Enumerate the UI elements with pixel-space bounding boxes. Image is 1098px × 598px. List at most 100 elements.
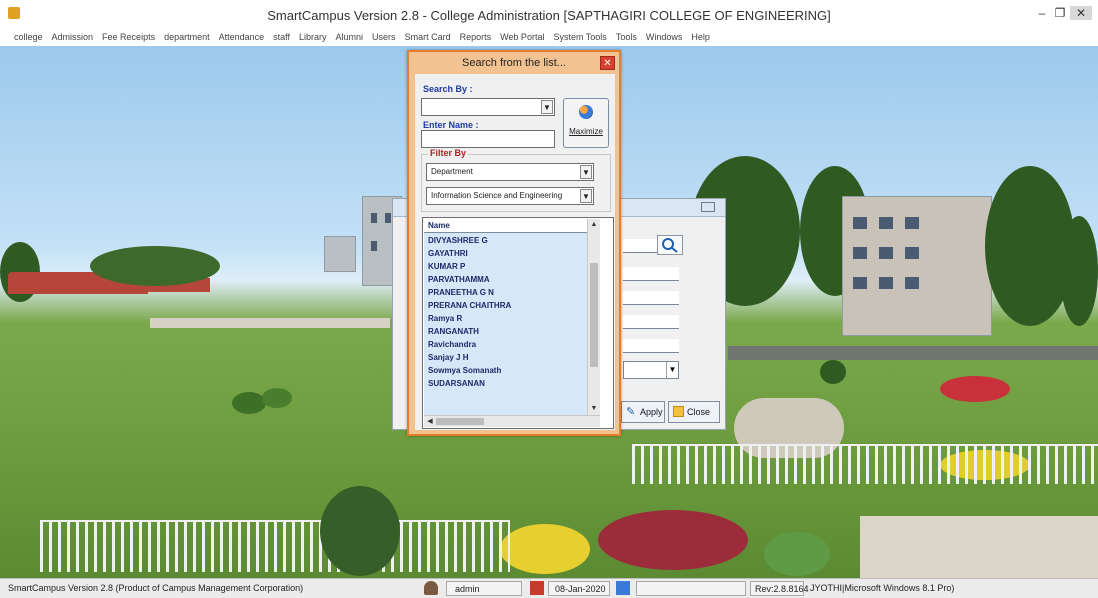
computer-icon (616, 581, 630, 595)
list-item[interactable]: Ravichandra (424, 338, 600, 351)
scroll-thumb[interactable] (436, 418, 484, 425)
name-input[interactable] (421, 130, 555, 148)
list-item[interactable]: Sowmya Somanath (424, 364, 600, 377)
search-button[interactable] (657, 235, 683, 255)
scroll-thumb[interactable] (590, 263, 598, 367)
window-title: SmartCampus Version 2.8 - College Admini… (267, 8, 831, 23)
list-item[interactable]: Ramya R (424, 312, 600, 325)
restore-button[interactable]: ❐ (1052, 6, 1068, 20)
list-item[interactable]: PARVATHAMMA (424, 273, 600, 286)
window-close-button[interactable]: ✕ (1070, 6, 1092, 20)
search-by-label: Search By : (423, 84, 473, 94)
results-list[interactable]: Name DIVYASHREE G GAYATHRI KUMAR P PARVA… (422, 217, 614, 429)
list-item[interactable]: DIVYASHREE G (424, 234, 600, 247)
background-input[interactable] (623, 291, 679, 305)
shrub (262, 388, 292, 408)
magnifier-icon (662, 238, 678, 253)
chevron-down-icon: ▼ (541, 100, 553, 114)
search-dialog-body: Search By : ▼ Enter Name : Maximize Filt… (415, 74, 615, 430)
filter-group: Filter By Department ▼ Information Scien… (421, 148, 611, 212)
maximize-button[interactable]: Maximize (563, 98, 609, 148)
background-combo[interactable]: ▼ (623, 361, 679, 379)
menu-item-web-portal[interactable]: Web Portal (500, 28, 544, 46)
search-dialog-title: Search from the list... (462, 57, 566, 69)
menu-item-users[interactable]: Users (372, 28, 396, 46)
maximize-button-label: Maximize (569, 127, 603, 136)
list-item[interactable]: PRANEETHA G N (424, 286, 600, 299)
flower-bed (500, 524, 590, 574)
list-column-header[interactable]: Name (424, 219, 600, 233)
list-item[interactable]: RANGANATH (424, 325, 600, 338)
close-button[interactable]: Close (668, 401, 720, 423)
scroll-left-icon[interactable]: ◀ (425, 416, 435, 427)
search-dialog-close-button[interactable]: ✕ (600, 56, 615, 70)
college-building (842, 196, 992, 336)
status-bar: SmartCampus Version 2.8 (Product of Camp… (0, 578, 1098, 598)
menu-item-system-tools[interactable]: System Tools (553, 28, 606, 46)
chevron-down-icon: ▼ (666, 362, 678, 378)
menu-item-windows[interactable]: Windows (646, 28, 683, 46)
list-item[interactable]: SUDARSANAN (424, 377, 600, 390)
status-empty-box (636, 581, 746, 596)
filter-field-value: Department (431, 167, 473, 176)
chevron-down-icon: ▼ (580, 165, 592, 179)
list-item[interactable]: Sanjay J H (424, 351, 600, 364)
search-by-select[interactable]: ▼ (421, 98, 555, 116)
list-item[interactable]: GAYATHRI (424, 247, 600, 260)
shrub (232, 392, 266, 414)
menu-item-college[interactable]: college (14, 28, 43, 46)
horizontal-scrollbar[interactable]: ◀ (424, 415, 600, 427)
palm-tree (320, 486, 400, 576)
status-revision: Rev:2.8.8164 (755, 584, 809, 594)
status-user-box: admin (446, 581, 522, 596)
enter-name-label: Enter Name : (423, 120, 479, 130)
walkway (860, 516, 1098, 578)
folder-icon (673, 406, 684, 417)
vertical-scrollbar[interactable]: ▲ ▼ (587, 219, 600, 415)
shrub (820, 360, 846, 384)
list-item[interactable]: PRERANA CHAITHRA (424, 299, 600, 312)
apply-button[interactable]: ✎ Apply (621, 401, 665, 423)
calendar-icon (530, 581, 544, 595)
scroll-down-icon[interactable]: ▼ (588, 403, 600, 415)
globe-icon (579, 105, 593, 119)
menu-item-admission[interactable]: Admission (52, 28, 94, 46)
menu-item-smart-card[interactable]: Smart Card (405, 28, 451, 46)
tree (1060, 216, 1098, 326)
filter-value-select[interactable]: Information Science and Engineering ▼ (426, 187, 594, 205)
menu-item-reports[interactable]: Reports (460, 28, 492, 46)
shrub (764, 532, 830, 576)
list-rows: DIVYASHREE G GAYATHRI KUMAR P PARVATHAMM… (424, 234, 600, 390)
chevron-down-icon: ▼ (580, 189, 592, 203)
minimize-button[interactable]: – (1034, 6, 1050, 20)
background-input[interactable] (623, 267, 679, 281)
background-input[interactable] (623, 339, 679, 353)
search-dialog: Search from the list... ✕ Search By : ▼ … (407, 50, 621, 436)
filter-field-select[interactable]: Department ▼ (426, 163, 594, 181)
flower-bed (598, 510, 748, 570)
status-revision-box: Rev:2.8.8164 (750, 581, 809, 596)
menu-item-department[interactable]: department (164, 28, 210, 46)
water-tank (324, 236, 356, 272)
menu-item-library[interactable]: Library (299, 28, 327, 46)
list-item[interactable]: KUMAR P (424, 260, 600, 273)
fence (632, 444, 1098, 484)
filter-value: Information Science and Engineering (431, 191, 563, 200)
menu-item-staff[interactable]: staff (273, 28, 290, 46)
tree-line (90, 246, 220, 286)
menu-item-help[interactable]: Help (691, 28, 710, 46)
results-list-area: Name DIVYASHREE G GAYATHRI KUMAR P PARVA… (424, 219, 600, 415)
user-avatar-icon (424, 581, 438, 595)
flower-bed (940, 376, 1010, 402)
walkway (150, 318, 390, 328)
maximize-icon[interactable] (701, 202, 715, 212)
menu-item-alumni[interactable]: Alumni (336, 28, 364, 46)
title-bar: SmartCampus Version 2.8 - College Admini… (0, 0, 1098, 28)
background-input[interactable] (623, 315, 679, 329)
scroll-up-icon[interactable]: ▲ (588, 219, 600, 231)
menu-item-fee-receipts[interactable]: Fee Receipts (102, 28, 155, 46)
menu-item-attendance[interactable]: Attendance (219, 28, 265, 46)
menu-item-tools[interactable]: Tools (616, 28, 637, 46)
status-product: SmartCampus Version 2.8 (Product of Camp… (8, 583, 304, 593)
pencil-icon: ✎ (626, 406, 636, 418)
